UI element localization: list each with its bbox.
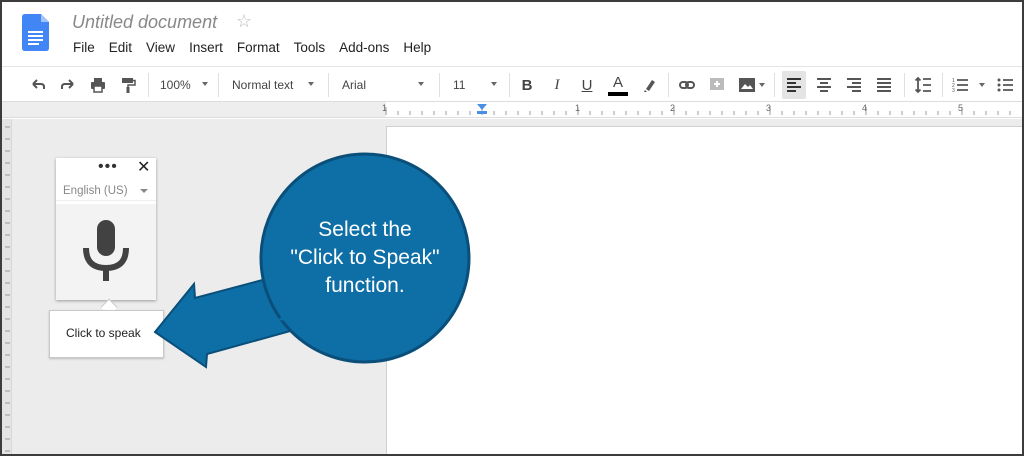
callout-line: Select the <box>318 218 412 241</box>
callout-line: function. <box>325 274 405 297</box>
callout-line: "Click to Speak" <box>290 246 440 269</box>
app-window: Untitled document ☆ File Edit View Inser… <box>0 0 1024 456</box>
callout-graphic <box>153 152 471 369</box>
callout-text: Select the "Click to Speak" function. <box>264 216 466 300</box>
